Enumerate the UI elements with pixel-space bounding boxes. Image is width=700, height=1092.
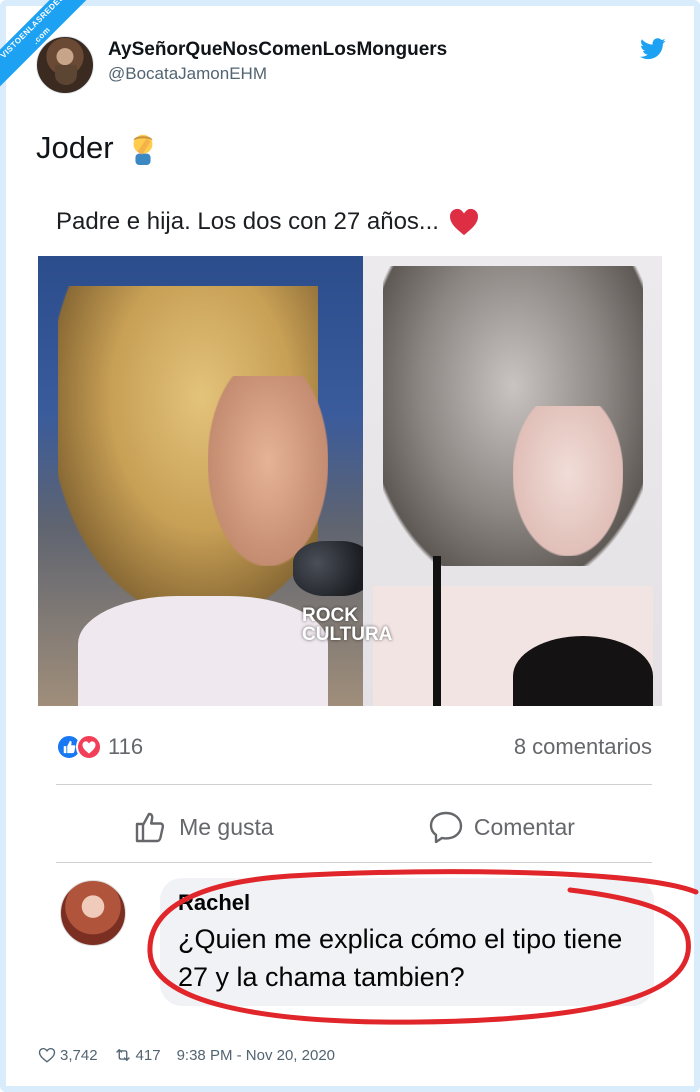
comments-count[interactable]: 8 comentarios bbox=[514, 734, 652, 760]
comment-bubble-icon bbox=[429, 811, 463, 844]
rock-cultura-watermark: ROCK CULTURA bbox=[302, 606, 392, 644]
post-actions: Me gusta Comentar bbox=[56, 798, 652, 856]
post-photo[interactable]: ROCK CULTURA bbox=[38, 256, 662, 706]
twitter-bird-icon[interactable] bbox=[640, 38, 666, 60]
facebook-post-screenshot: Padre e hija. Los dos con 27 años... ROC… bbox=[36, 196, 699, 1036]
tweet-timestamp[interactable]: 9:38 PM - Nov 20, 2020 bbox=[177, 1047, 335, 1064]
retweet-stat[interactable]: 417 bbox=[114, 1046, 161, 1064]
likes-count: 3,742 bbox=[60, 1046, 98, 1064]
heart-emoji-icon bbox=[449, 208, 478, 236]
like-button[interactable]: Me gusta bbox=[133, 809, 274, 845]
watermark-line2: CULTURA bbox=[302, 624, 393, 645]
comment-button[interactable]: Comentar bbox=[428, 809, 575, 845]
heart-outline-icon bbox=[38, 1047, 56, 1063]
tweet-text: Joder bbox=[36, 130, 160, 166]
user-handle[interactable]: @BocataJamonEHM bbox=[108, 64, 267, 84]
like-stat[interactable]: 3,742 bbox=[38, 1046, 98, 1064]
like-label: Me gusta bbox=[179, 813, 274, 840]
tweet-body: Joder bbox=[36, 130, 114, 165]
red-annotation-circle bbox=[147, 869, 699, 1025]
display-name[interactable]: AySeñorQueNosComenLosMonguers bbox=[108, 39, 447, 61]
watermark-line1: ROCK bbox=[302, 605, 358, 626]
fb-post-caption: Padre e hija. Los dos con 27 años... bbox=[56, 208, 439, 235]
reactions-summary[interactable]: 116 bbox=[56, 734, 143, 760]
fb-post-text: Padre e hija. Los dos con 27 años... bbox=[56, 208, 479, 236]
divider bbox=[56, 784, 652, 785]
tweet-footer: 3,742 417 9:38 PM - Nov 20, 2020 bbox=[38, 1046, 335, 1064]
reactions-count: 116 bbox=[108, 734, 144, 759]
tweet-header: AySeñorQueNosComenLosMonguers @BocataJam… bbox=[36, 36, 666, 96]
photo-daughter bbox=[363, 256, 662, 706]
commenter-avatar[interactable] bbox=[60, 880, 126, 946]
facepalm-emoji-icon bbox=[133, 134, 152, 165]
comment-item: Rachel ¿Quien me explica cómo el tipo ti… bbox=[56, 869, 699, 1025]
love-reaction-icon bbox=[76, 734, 102, 760]
thumbs-up-icon bbox=[135, 812, 165, 843]
retweets-count: 417 bbox=[135, 1046, 161, 1064]
reactions-row: 116 8 comentarios bbox=[56, 730, 652, 764]
retweet-icon bbox=[115, 1049, 130, 1061]
user-avatar[interactable] bbox=[36, 36, 94, 94]
comment-label: Comentar bbox=[473, 813, 575, 840]
